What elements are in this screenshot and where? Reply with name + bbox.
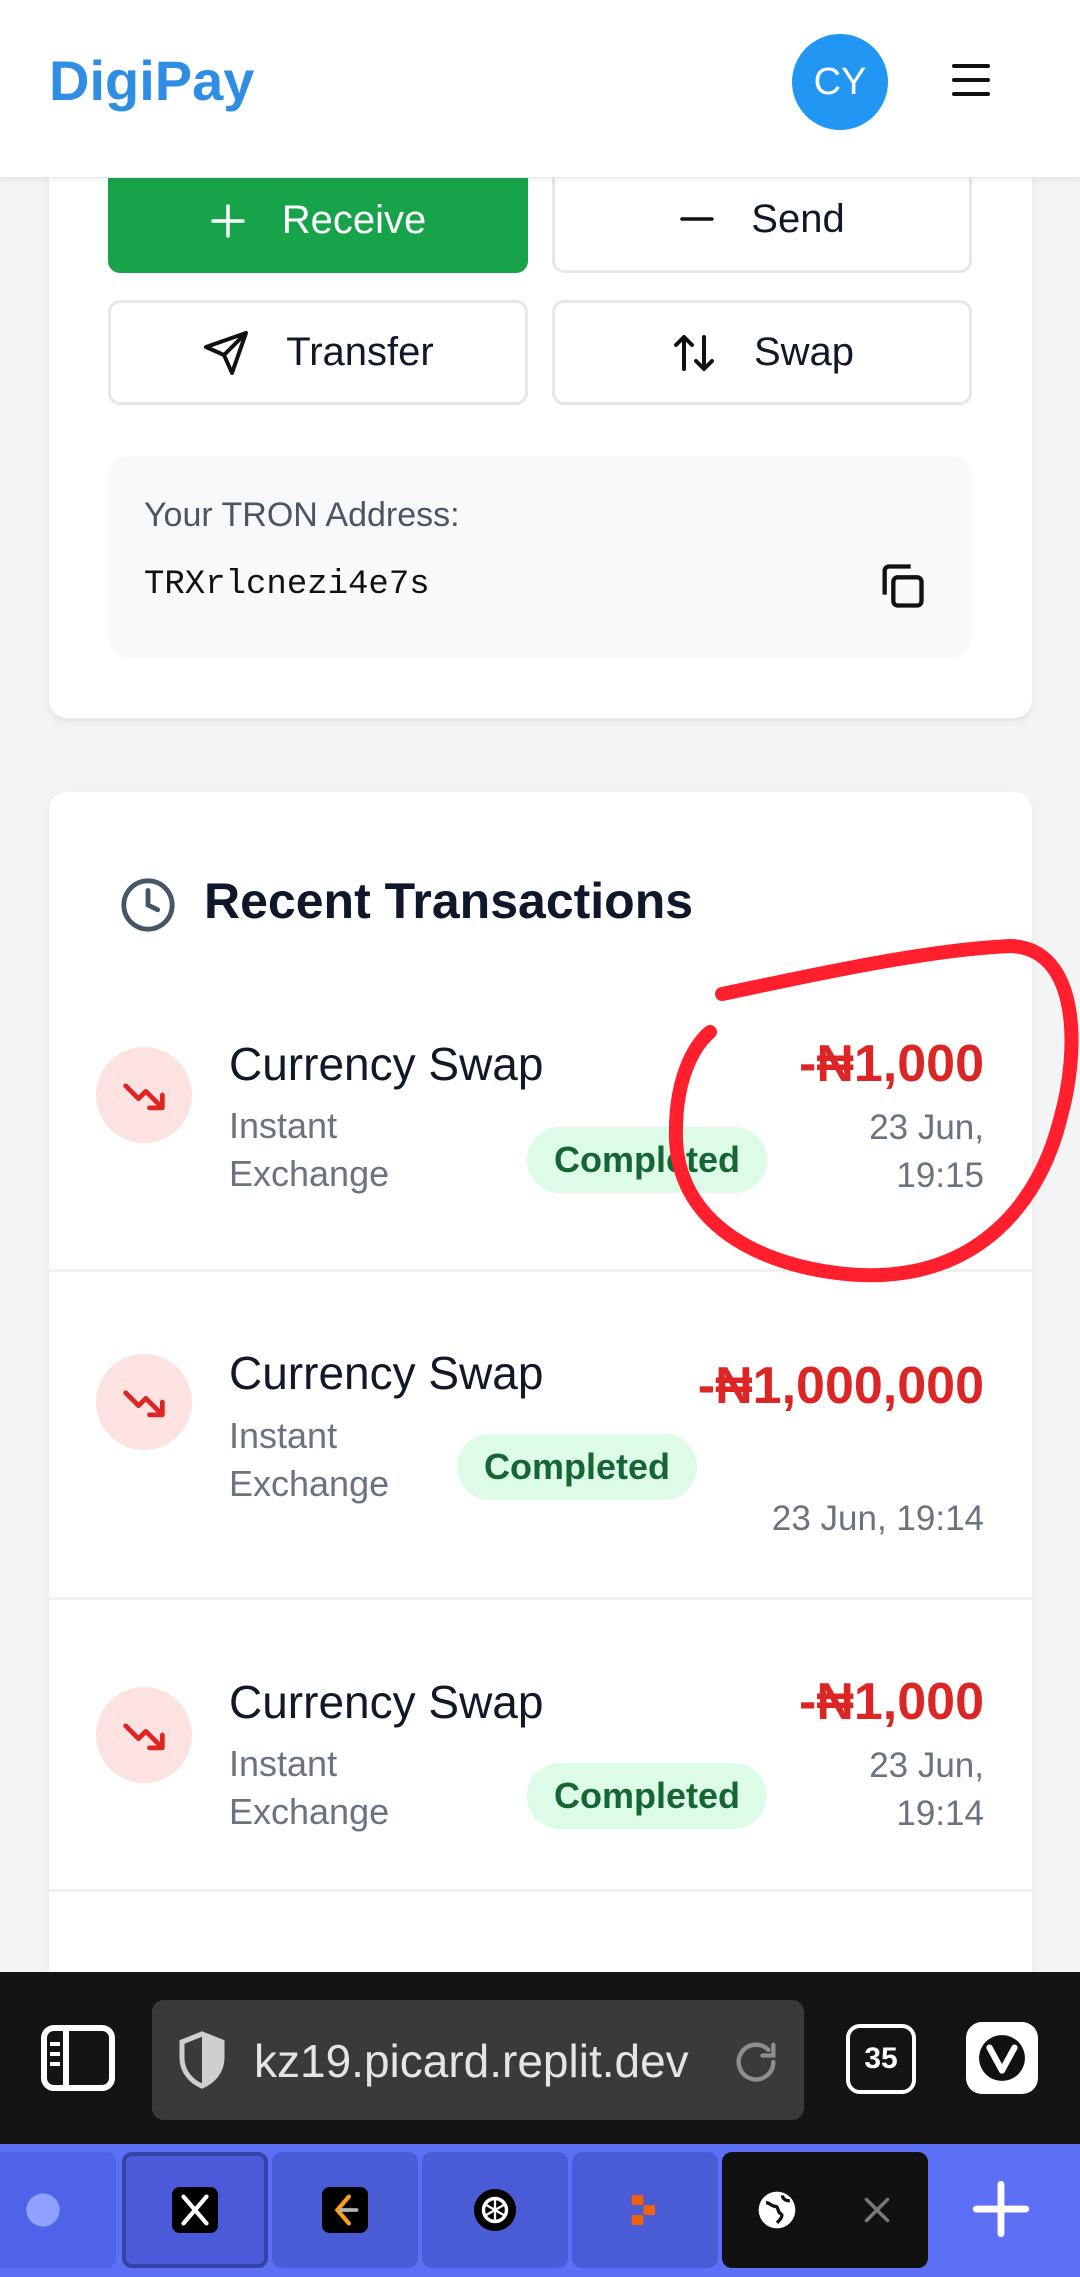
- shield-icon: [179, 2031, 225, 2089]
- swap-arrows-icon: [673, 334, 714, 371]
- transaction-desc: Instant Exchange: [229, 1743, 390, 1832]
- receive-button[interactable]: Receive: [108, 168, 528, 273]
- transaction-name: Currency Swap: [229, 1038, 544, 1090]
- transaction-row[interactable]: Currency Swap Instant Exchange Completed…: [49, 962, 1032, 1272]
- address-label: Your TRON Address:: [144, 496, 460, 534]
- transfer-label: Transfer: [286, 330, 434, 374]
- tab-current[interactable]: [722, 2152, 928, 2268]
- panel-icon[interactable]: [40, 2024, 116, 2092]
- tab-count-button[interactable]: 35: [846, 2024, 916, 2094]
- brand-logo[interactable]: DigiPay: [49, 48, 254, 113]
- transaction-row[interactable]: Currency Swap Instant Exchange Completed…: [49, 1272, 1032, 1600]
- transaction-date: 23 Jun, 19:14: [869, 1746, 984, 1833]
- new-tab-icon[interactable]: [968, 2176, 1034, 2242]
- replit-icon: [631, 2195, 655, 2225]
- close-icon[interactable]: [859, 2192, 895, 2228]
- globe-icon: [758, 2191, 796, 2229]
- transfer-button[interactable]: Transfer: [108, 300, 528, 405]
- app-header: DigiPay CY: [0, 0, 1080, 178]
- tab-replit[interactable]: [572, 2152, 718, 2268]
- transaction-name: Currency Swap: [229, 1676, 544, 1728]
- transactions-card: Recent Transactions Currency Swap Instan…: [49, 792, 1032, 2092]
- leetcode-icon: [322, 2187, 368, 2233]
- transaction-date: 23 Jun, 19:14: [771, 1499, 984, 1538]
- transaction-date: 23 Jun, 19:15: [869, 1108, 984, 1195]
- tab-globe-partial[interactable]: [0, 2152, 116, 2268]
- clock-icon: [121, 878, 175, 932]
- status-badge: Completed: [527, 1763, 767, 1829]
- tab-strip: [0, 2144, 1080, 2277]
- tron-address-box: Your TRON Address: TRXrlcnezi4e7s: [108, 456, 972, 658]
- trending-down-icon: [96, 1687, 192, 1783]
- address-value: TRXrlcnezi4e7s: [144, 566, 430, 604]
- menu-icon[interactable]: [952, 64, 990, 96]
- transaction-desc: Instant Exchange: [229, 1105, 390, 1194]
- vivaldi-menu-icon[interactable]: [966, 2022, 1038, 2094]
- status-badge: Completed: [527, 1127, 767, 1193]
- globe-icon: [26, 2193, 60, 2227]
- receive-label: Receive: [281, 198, 427, 242]
- transaction-amount: -₦1,000,000: [697, 1357, 984, 1415]
- x-logo-icon: [172, 2187, 218, 2233]
- transaction-row[interactable]: Currency Swap Instant Exchange Completed…: [49, 1600, 1032, 1892]
- plus-icon: [210, 203, 245, 238]
- tab-x[interactable]: [122, 2152, 268, 2268]
- address-bar[interactable]: kz19.picard.replit.dev: [152, 2000, 804, 2120]
- transactions-title: Recent Transactions: [204, 873, 694, 929]
- url-text[interactable]: kz19.picard.replit.dev: [254, 2034, 774, 2088]
- transaction-amount: -₦1,000: [799, 1035, 984, 1093]
- paper-plane-icon: [204, 330, 249, 375]
- trending-down-icon: [96, 1354, 192, 1450]
- transaction-amount: -₦1,000: [799, 1673, 984, 1731]
- minus-icon: [680, 217, 715, 221]
- status-badge: Completed: [457, 1434, 697, 1500]
- reload-icon[interactable]: [730, 2036, 782, 2088]
- transaction-name: Currency Swap: [229, 1347, 544, 1399]
- tab-chatgpt[interactable]: [422, 2152, 568, 2268]
- send-button[interactable]: Send: [552, 168, 972, 273]
- swap-label: Swap: [753, 330, 855, 374]
- avatar[interactable]: CY: [792, 34, 888, 130]
- trending-down-icon: [96, 1047, 192, 1143]
- copy-icon[interactable]: [876, 560, 928, 612]
- tab-leetcode[interactable]: [272, 2152, 418, 2268]
- transaction-desc: Instant Exchange: [229, 1415, 390, 1504]
- browser-toolbar: kz19.picard.replit.dev 35: [0, 1972, 1080, 2144]
- openai-icon: [473, 2188, 517, 2232]
- send-label: Send: [751, 196, 845, 241]
- swap-button[interactable]: Swap: [552, 300, 972, 405]
